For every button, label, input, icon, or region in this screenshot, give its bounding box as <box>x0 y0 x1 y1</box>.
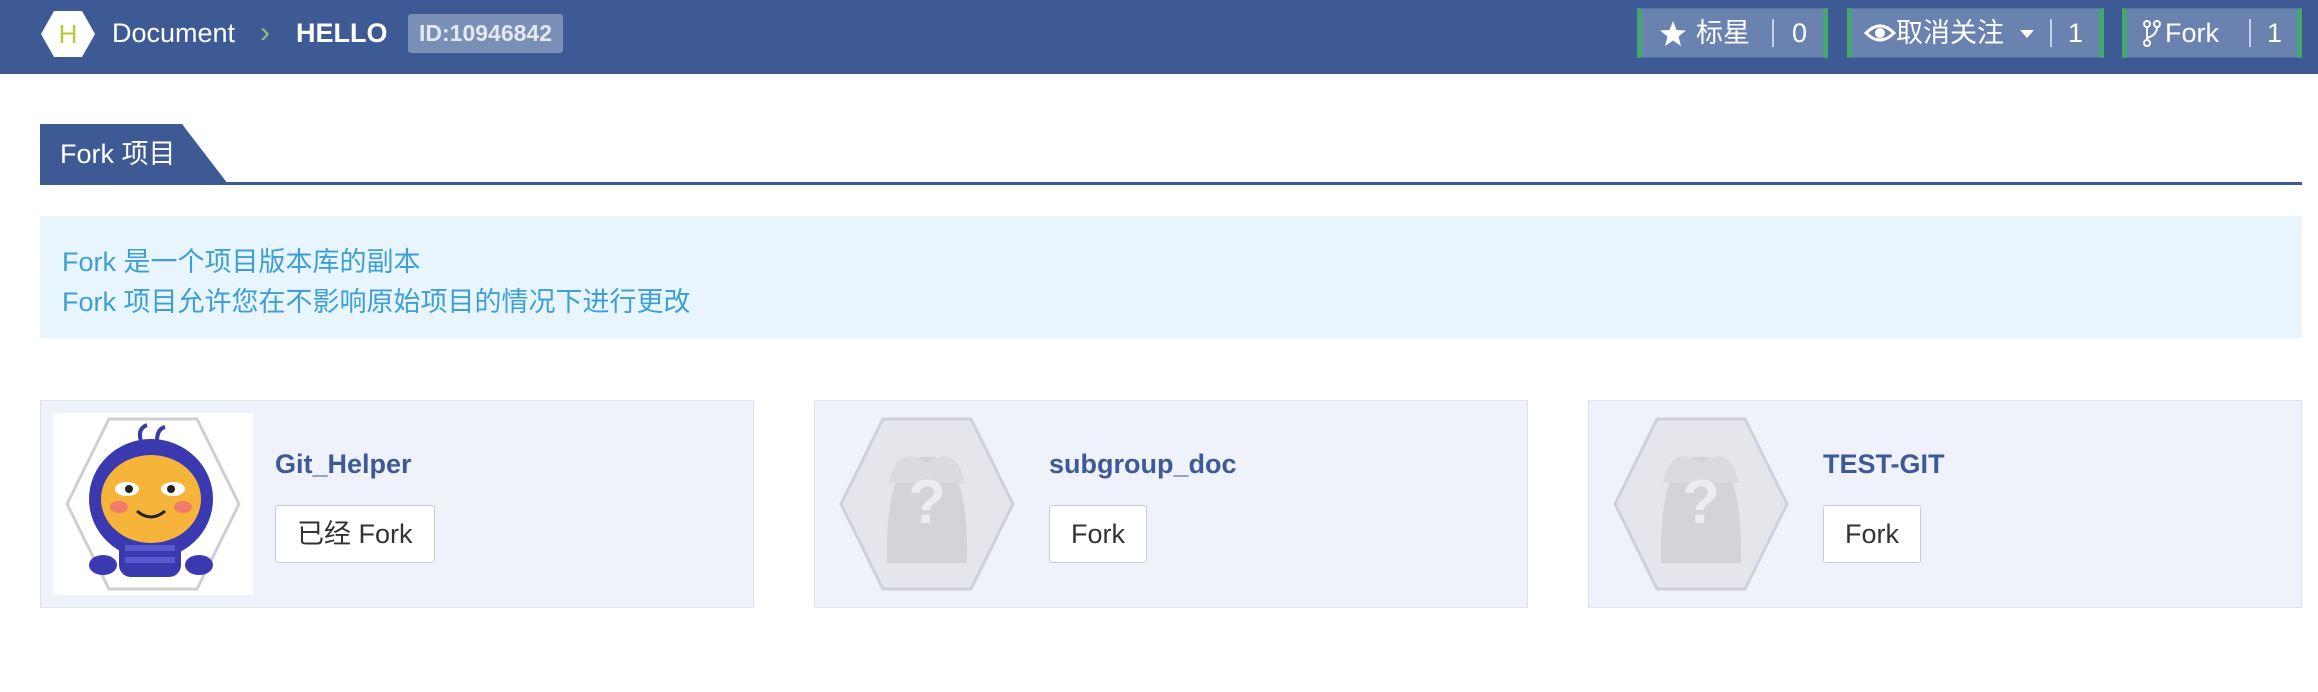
watch-divider <box>2050 19 2052 47</box>
fork-info-line-1: Fork 是一个项目版本库的副本 <box>62 247 421 277</box>
star-icon <box>1658 9 1688 72</box>
svg-text:?: ? <box>1682 468 1720 537</box>
breadcrumb-project-name[interactable]: HELLO <box>296 0 388 66</box>
eye-icon <box>1863 9 1897 72</box>
breadcrumb-separator-icon: › <box>260 16 270 49</box>
unwatch-button[interactable]: 取消关注 1 <box>1847 8 2104 58</box>
star-count[interactable]: 0 <box>1792 9 1807 57</box>
already-forked-button[interactable]: 已经 Fork <box>275 505 435 563</box>
fork-card: Git_Helper 已经 Fork <box>40 400 754 608</box>
fork-divider <box>2249 19 2251 47</box>
star-button[interactable]: 标星 0 <box>1637 8 1828 58</box>
placeholder-avatar-icon[interactable]: ? <box>827 413 1027 595</box>
fork-info-line-2: Fork 项目允许您在不影响原始项目的情况下进行更改 <box>62 287 691 317</box>
breadcrumb-namespace-link[interactable]: Document <box>112 0 235 66</box>
cartoon-avatar[interactable] <box>53 413 253 595</box>
tab-underline <box>40 182 2302 185</box>
fork-button[interactable]: Fork 1 <box>2122 8 2302 58</box>
watch-count[interactable]: 1 <box>2068 9 2083 57</box>
fork-to-namespace-button[interactable]: Fork <box>1049 505 1147 563</box>
fork-icon <box>2141 9 2163 72</box>
fork-card: ? TEST-GIT Fork <box>1588 400 2302 608</box>
fork-to-namespace-button[interactable]: Fork <box>1823 505 1921 563</box>
unwatch-label: 取消关注 <box>1896 18 2004 48</box>
fork-card: ? subgroup_doc Fork <box>814 400 1528 608</box>
caret-down-icon[interactable] <box>2018 9 2036 72</box>
project-name-link[interactable]: TEST-GIT <box>1823 449 1945 480</box>
fork-label: Fork <box>2165 18 2219 48</box>
top-navigation-bar: H Document › HELLO ID:10946842 标星 0 取消关注… <box>0 0 2318 74</box>
fork-projects-tab-label: Fork 项目 <box>60 139 176 169</box>
project-name-link[interactable]: Git_Helper <box>275 449 412 480</box>
project-logo-letter: H <box>58 19 78 49</box>
project-id-badge: ID:10946842 <box>408 14 563 53</box>
fork-count[interactable]: 1 <box>2267 9 2282 57</box>
svg-text:?: ? <box>908 468 946 537</box>
placeholder-avatar-icon[interactable]: ? <box>1601 413 1801 595</box>
project-name-link[interactable]: subgroup_doc <box>1049 449 1237 480</box>
star-label: 标星 <box>1696 18 1750 48</box>
star-divider <box>1772 19 1774 47</box>
